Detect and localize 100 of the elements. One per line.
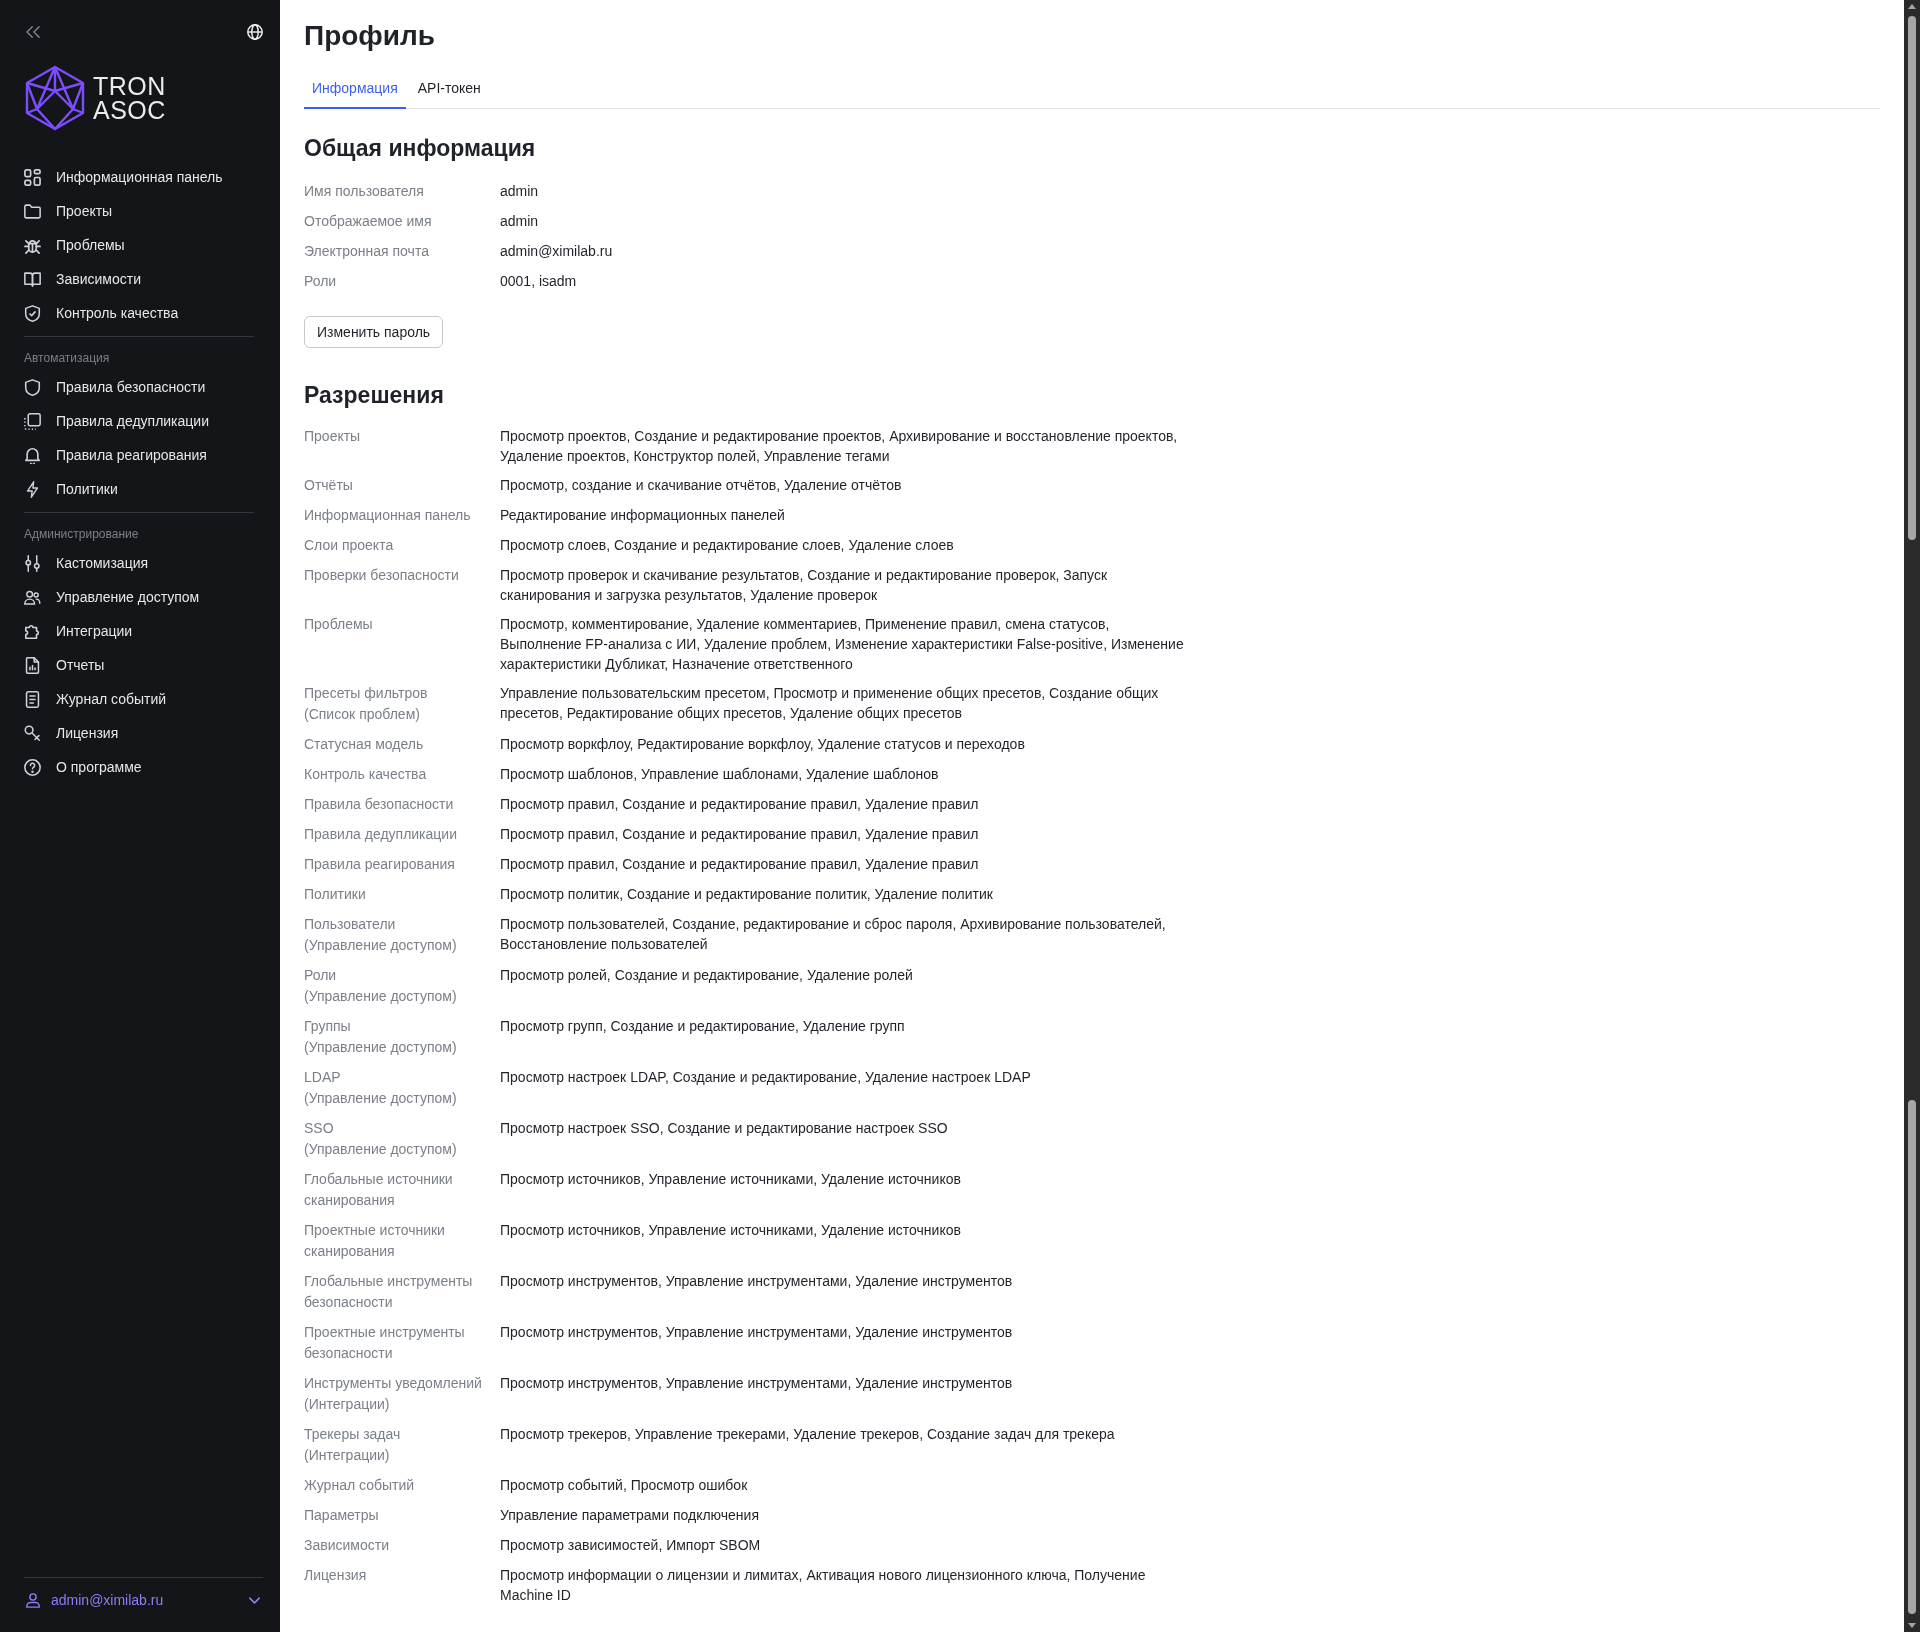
tab[interactable]: Информация [304,70,406,109]
section-heading: Общая информация [304,134,537,162]
permission-label: Проектные инструменты безопасности [304,1323,466,1363]
permission-label: Инструменты уведомлений [304,1374,482,1393]
nav-item[interactable]: Отчеты [0,648,280,682]
permission-label: Зависимости [304,1536,389,1555]
user-icon [26,1592,40,1608]
scrollbar-thumb[interactable] [1908,1100,1916,1614]
scroll-down-arrow-icon[interactable] [1908,1623,1916,1628]
bell-icon [24,446,41,464]
nav-section-heading: Администрирование [23,526,140,543]
logo-text: TRON ASOC [93,74,166,122]
copy-icon [24,412,41,430]
permission-value: Просмотр правил, Создание и редактирование правил, Удаление правил [500,855,979,874]
help-icon [24,758,41,776]
key-icon [24,724,41,742]
permission-value: Просмотр настроек LDAP, Создание и редактирование, Удаление настроек LDAP [500,1068,1031,1087]
permission-label: Проблемы [304,615,373,634]
tab[interactable]: API-токен [409,70,489,109]
permission-value: Просмотр правил, Создание и редактирование правил, Удаление правил [500,795,979,814]
scroll-up-arrow-icon[interactable] [1908,4,1916,9]
nav-item[interactable]: О программе [0,750,280,784]
permission-label: Трекеры задач [304,1425,401,1444]
permission-value: Просмотр источников, Управление источниками, Удаление источников [500,1170,961,1189]
permission-label: Группы [304,1017,351,1036]
permission-value: Просмотр настроек SSO, Создание и редактирование настроек SSO [500,1119,948,1138]
permission-label: Параметры [304,1506,379,1525]
permission-value: Просмотр проверок и скачивание результатов, Создание и редактирование проверок, Запуск сканирования и загрузка результатов, Удаление проверок [500,566,1109,605]
nav-item[interactable]: Лицензия [0,716,280,750]
globe-icon[interactable] [247,24,263,40]
permission-value: Просмотр инструментов, Управление инструментами, Удаление инструментов [500,1272,1013,1291]
scrollbar-thumb[interactable] [1908,16,1916,540]
permission-value: Просмотр проектов, Создание и редактирование проектов, Архивирование и восстановление проектов, Удаление проектов, Конструктор полей, Управление тегами [500,427,1179,466]
shield-icon [24,378,41,396]
chevron-down-icon [249,1596,260,1604]
permission-value: Управление пользовательским пресетом, Просмотр и применение общих пресетов, Создание общих пресетов, Редактирование общих пресетов, Удаление общих пресетов [500,684,1160,723]
permission-value: Просмотр ролей, Создание и редактирование, Удаление ролей [500,966,913,985]
field-value: admin@ximilab.ru [500,242,613,261]
field-label: Отображаемое имя [304,212,432,231]
permission-label: Контроль качества [304,765,427,784]
permission-scope: (Интеграции) [304,1446,390,1465]
nav-item[interactable]: Политики [0,472,280,506]
folder-icon [24,202,41,220]
permission-label: Информационная панель [304,506,471,525]
permission-label: Политики [304,885,366,904]
permission-label: LDAP [304,1068,341,1087]
permission-label: Проверки безопасности [304,566,459,585]
scrollbar-track[interactable] [1904,0,1920,1632]
nav-item[interactable]: Проекты [0,194,280,228]
permission-value: Управление параметрами подключения [500,1506,759,1525]
permission-label: Пользователи [304,915,396,934]
change-password-button[interactable]: Изменить пароль [304,316,444,348]
puzzle-icon [24,622,41,640]
sliders-icon [24,554,41,572]
permission-label: Правила реагирования [304,855,455,874]
double-chevron-left-icon[interactable] [26,26,40,38]
permission-label: Роли [304,966,337,985]
page-title: Профиль [304,19,437,53]
nav-item[interactable]: Правила безопасности [0,370,280,404]
nav-item[interactable]: Управление доступом [0,580,280,614]
nav-item[interactable]: Интеграции [0,614,280,648]
lightning-icon [24,480,41,498]
permission-scope: (Список проблем) [304,705,420,724]
shield-check-icon [24,304,41,322]
permission-label: Правила дедупликации [304,825,457,844]
permission-value: Просмотр шаблонов, Управление шаблонами, Удаление шаблонов [500,765,939,784]
permission-label: Статусная модель [304,735,424,754]
permission-label: Отчёты [304,476,353,495]
permission-value: Редактирование информационных панелей [500,506,785,525]
nav-item[interactable]: Контроль качества [0,296,280,330]
users-icon [24,588,41,606]
permission-value: Просмотр правил, Создание и редактирование правил, Удаление правил [500,825,979,844]
permission-value: Просмотр, создание и скачивание отчётов, Удаление отчётов [500,476,902,495]
nav-item[interactable]: Проблемы [0,228,280,262]
grid-icon [24,168,41,186]
field-value: admin [500,212,539,231]
permission-label: Правила безопасности [304,795,454,814]
permission-value: Просмотр зависимостей, Импорт SBOM [500,1536,761,1555]
permission-label: Слои проекта [304,536,394,555]
nav-item[interactable]: Правила дедупликации [0,404,280,438]
permission-value: Просмотр инструментов, Управление инструментами, Удаление инструментов [500,1374,1013,1393]
field-label: Имя пользователя [304,182,424,201]
nav-item[interactable]: Журнал событий [0,682,280,716]
nav-item[interactable]: Кастомизация [0,546,280,580]
nav-section-heading: Автоматизация [23,350,111,367]
permission-label: Пресеты фильтров [304,684,428,703]
permission-value: Просмотр, комментирование, Удаление комментариев, Применение правил, смена статусов, Выполнение FP-анализа с ИИ, Удаление проблем, Изменение характеристики False-positive, Изменение характеристики Дубликат, Назначение ответственного [500,615,1185,674]
permission-value: Просмотр политик, Создание и редактирование политик, Удаление политик [500,885,993,904]
nav-item[interactable]: Информационная панель [0,160,280,194]
nav-item[interactable]: Правила реагирования [0,438,280,472]
permission-label: SSO [304,1119,334,1138]
user-menu[interactable]: admin@ximilab.ru [0,1578,280,1622]
permission-label: Журнал событий [304,1476,415,1495]
field-label: Электронная почта [304,242,429,261]
permission-label: Проектные источники сканирования [304,1221,446,1261]
permission-label: Лицензия [304,1566,367,1585]
nav-item[interactable]: Зависимости [0,262,280,296]
permission-value: Просмотр групп, Создание и редактирование, Удаление групп [500,1017,905,1036]
permission-value: Просмотр информации о лицензии и лимитах, Активация нового лицензионного ключа, Получение Machine ID [500,1566,1147,1605]
permission-value: Просмотр инструментов, Управление инструментами, Удаление инструментов [500,1323,1013,1342]
